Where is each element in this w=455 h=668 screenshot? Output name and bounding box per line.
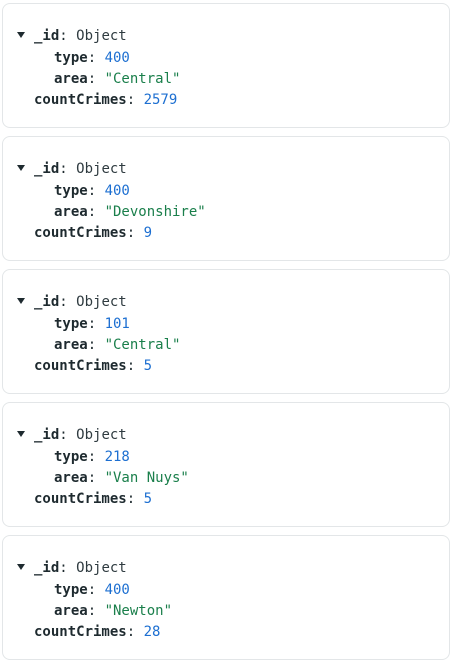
field-value: 2579 (143, 92, 178, 108)
field-key: area (54, 603, 88, 619)
id-field: _id: Object (34, 426, 127, 444)
field-colon: : (87, 50, 105, 66)
id-field-row: _id: Object (3, 559, 449, 577)
document-card: _id: Object type: 218 area: "Van Nuys" c… (2, 402, 450, 527)
type-field: type: 400 (54, 182, 130, 200)
field-colon: : (59, 28, 77, 44)
document-list: _id: Object type: 400 area: "Central" co… (2, 3, 450, 668)
field-colon: : (126, 358, 144, 374)
caret-down-icon[interactable] (17, 298, 25, 304)
id-field-row: _id: Object (3, 27, 449, 45)
field-colon: : (126, 624, 144, 640)
field-colon: : (126, 225, 144, 241)
field-key: type (54, 582, 88, 598)
field-key: _id (34, 427, 60, 443)
field-value: 400 (104, 183, 130, 199)
type-field: type: 400 (54, 49, 130, 67)
field-value: "Central" (104, 337, 181, 353)
count-field: countCrimes: 28 (34, 623, 160, 641)
field-type: Object (76, 427, 127, 443)
field-value: "Devonshire" (104, 204, 206, 220)
field-colon: : (59, 161, 77, 177)
count-field: countCrimes: 2579 (34, 91, 177, 109)
id-field-row: _id: Object (3, 160, 449, 178)
id-field-row: _id: Object (3, 426, 449, 444)
count-field: countCrimes: 5 (34, 357, 152, 375)
field-value: "Central" (104, 71, 181, 87)
field-key: type (54, 316, 88, 332)
area-field: area: "Central" (54, 70, 180, 88)
field-value: 218 (104, 449, 130, 465)
area-field: area: "Devonshire" (54, 203, 206, 221)
field-colon: : (87, 183, 105, 199)
caret-down-icon[interactable] (17, 165, 25, 171)
id-field: _id: Object (34, 293, 127, 311)
field-colon: : (87, 582, 105, 598)
field-key: area (54, 337, 88, 353)
type-field: type: 101 (54, 315, 130, 333)
caret-down-icon[interactable] (17, 564, 25, 570)
caret-down-icon[interactable] (17, 431, 25, 437)
field-key: countCrimes (34, 225, 127, 241)
field-colon: : (126, 92, 144, 108)
field-key: type (54, 183, 88, 199)
field-value: "Newton" (104, 603, 173, 619)
id-field: _id: Object (34, 559, 127, 577)
area-field: area: "Central" (54, 336, 180, 354)
field-value: 400 (104, 50, 130, 66)
id-field-row: _id: Object (3, 293, 449, 311)
field-colon: : (87, 337, 105, 353)
field-value: 101 (104, 316, 130, 332)
field-colon: : (87, 470, 105, 486)
field-key: area (54, 470, 88, 486)
document-card: _id: Object type: 400 area: "Devonshire"… (2, 136, 450, 261)
field-value: 400 (104, 582, 130, 598)
field-value: 9 (143, 225, 153, 241)
field-value: "Van Nuys" (104, 470, 189, 486)
field-colon: : (87, 316, 105, 332)
id-field: _id: Object (34, 27, 127, 45)
field-type: Object (76, 294, 127, 310)
field-type: Object (76, 161, 127, 177)
field-key: countCrimes (34, 92, 127, 108)
field-value: 5 (143, 358, 153, 374)
caret-down-icon[interactable] (17, 32, 25, 38)
field-value: 5 (143, 491, 153, 507)
field-colon: : (59, 560, 77, 576)
document-card: _id: Object type: 400 area: "Central" co… (2, 3, 450, 128)
area-field: area: "Van Nuys" (54, 469, 189, 487)
document-card: _id: Object type: 400 area: "Newton" cou… (2, 535, 450, 660)
field-colon: : (87, 449, 105, 465)
id-field: _id: Object (34, 160, 127, 178)
document-card: _id: Object type: 101 area: "Central" co… (2, 269, 450, 394)
field-type: Object (76, 28, 127, 44)
field-colon: : (87, 204, 105, 220)
field-key: countCrimes (34, 491, 127, 507)
field-colon: : (59, 427, 77, 443)
field-key: _id (34, 28, 60, 44)
field-key: area (54, 71, 88, 87)
area-field: area: "Newton" (54, 602, 172, 620)
field-colon: : (126, 491, 144, 507)
field-key: type (54, 50, 88, 66)
field-key: type (54, 449, 88, 465)
count-field: countCrimes: 9 (34, 224, 152, 242)
count-field: countCrimes: 5 (34, 490, 152, 508)
type-field: type: 218 (54, 448, 130, 466)
field-key: area (54, 204, 88, 220)
field-value: 28 (143, 624, 161, 640)
field-key: countCrimes (34, 624, 127, 640)
field-colon: : (87, 603, 105, 619)
field-colon: : (59, 294, 77, 310)
field-key: _id (34, 161, 60, 177)
field-key: countCrimes (34, 358, 127, 374)
type-field: type: 400 (54, 581, 130, 599)
field-key: _id (34, 294, 60, 310)
field-colon: : (87, 71, 105, 87)
field-key: _id (34, 560, 60, 576)
field-type: Object (76, 560, 127, 576)
